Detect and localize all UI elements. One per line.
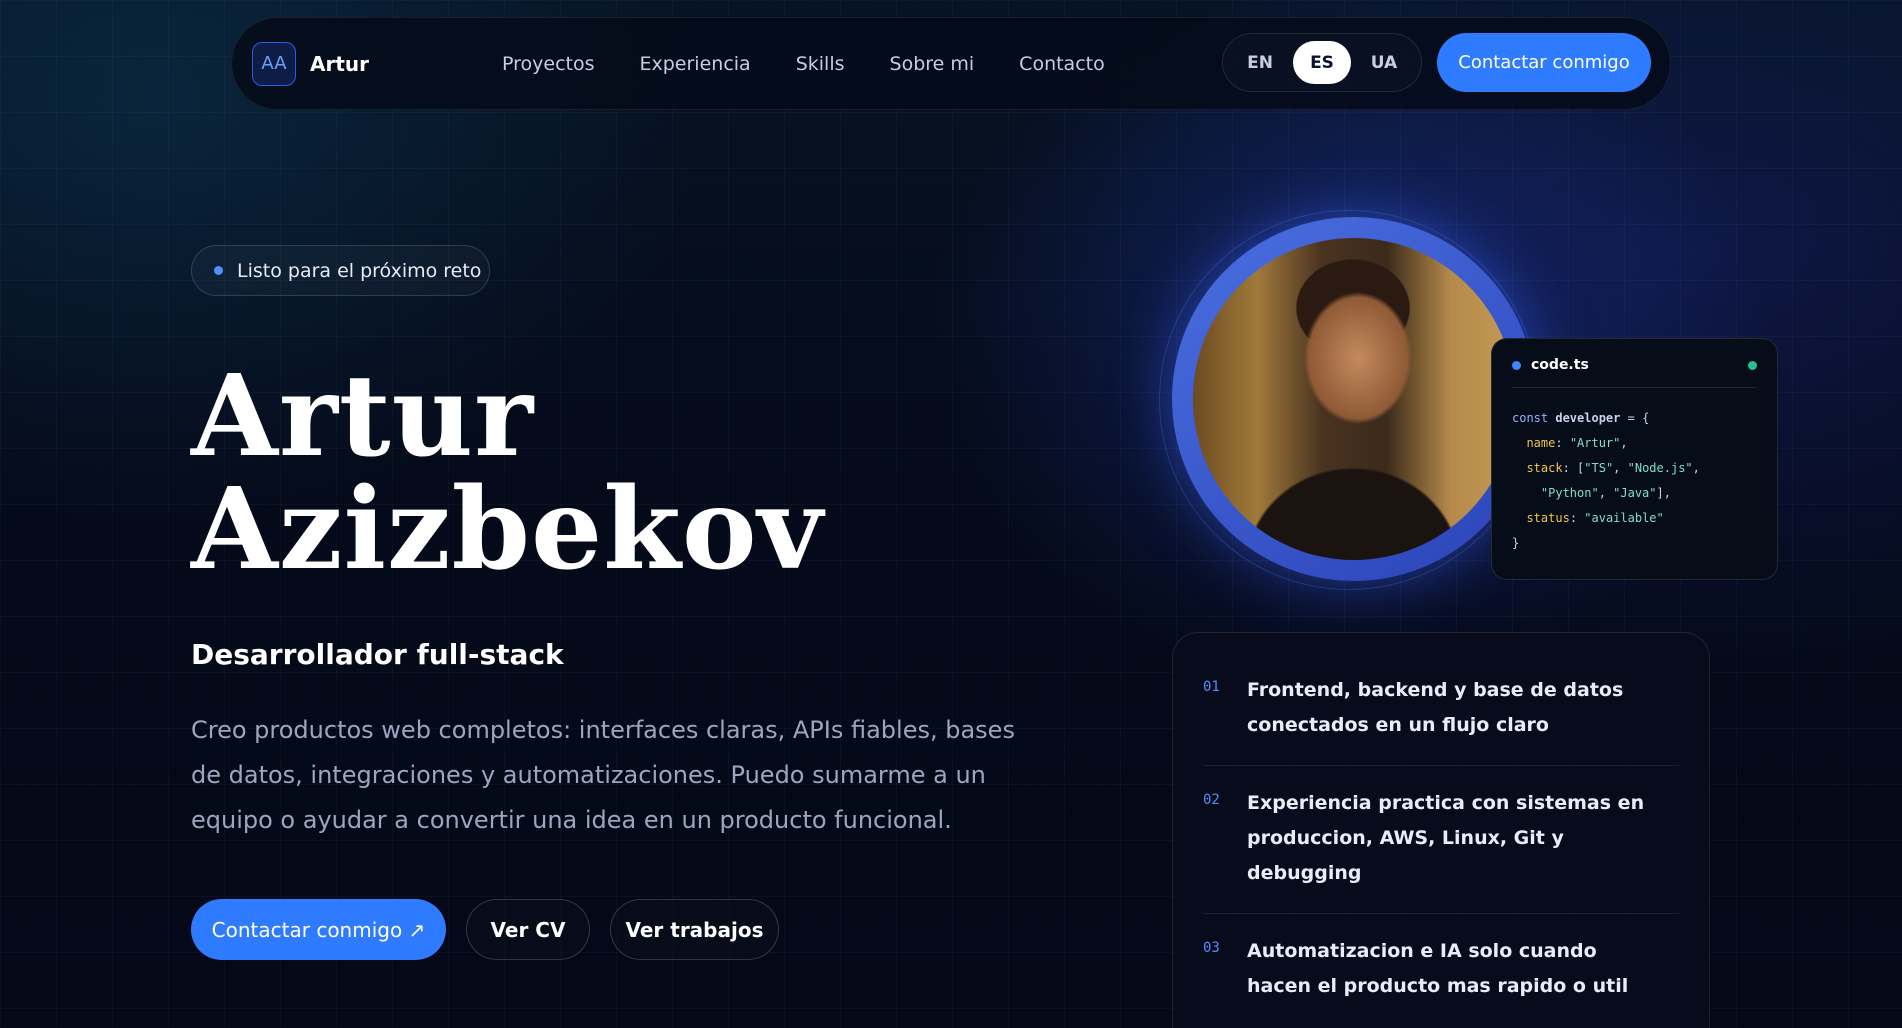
- highlight-item: 03 Automatizacion e IA solo cuando hacen…: [1203, 914, 1679, 1026]
- nav-link-sobre-mi[interactable]: Sobre mi: [890, 53, 975, 75]
- highlight-number: 02: [1203, 792, 1220, 808]
- avatar-photo: [1193, 238, 1515, 560]
- availability-text: Listo para el próximo reto: [237, 259, 482, 282]
- nav-link-skills[interactable]: Skills: [796, 53, 845, 75]
- hero-first-name: Artur: [191, 351, 535, 482]
- hero-last-name: Azizbekov: [191, 464, 824, 595]
- highlight-text: Experiencia practica con sistemas en pro…: [1247, 792, 1645, 884]
- status-ok-icon: [1748, 360, 1757, 370]
- highlight-number: 01: [1203, 679, 1220, 695]
- lang-ua[interactable]: UA: [1355, 41, 1413, 84]
- highlight-text: Automatizacion e IA solo cuando hacen el…: [1247, 940, 1629, 997]
- view-work-button[interactable]: Ver trabajos: [610, 899, 779, 960]
- code-snippet: const developer = { name: "Artur", stack…: [1512, 411, 1700, 550]
- status-dot-icon: [214, 266, 223, 275]
- highlight-number: 03: [1203, 940, 1220, 956]
- code-filename: code.ts: [1531, 357, 1589, 373]
- highlight-text: Frontend, backend y base de datos conect…: [1247, 679, 1624, 736]
- nav-contact-button[interactable]: Contactar conmigo: [1437, 33, 1651, 92]
- view-cv-button[interactable]: Ver CV: [466, 899, 590, 960]
- hero-description: Creo productos web completos: interfaces…: [191, 716, 1015, 834]
- hero-name: Artur Azizbekov: [191, 360, 824, 586]
- brand-name: Artur: [310, 51, 370, 76]
- code-card-header: code.ts: [1512, 357, 1757, 388]
- brand-logo: AA: [252, 41, 296, 86]
- availability-badge: Listo para el próximo reto: [191, 245, 490, 296]
- hero-role: Desarrollador full-stack: [191, 638, 564, 671]
- highlight-item: 01 Frontend, backend y base de datos con…: [1203, 653, 1679, 766]
- lang-es[interactable]: ES: [1293, 41, 1351, 84]
- code-snippet-card: code.ts const developer = { name: "Artur…: [1491, 338, 1778, 580]
- nav-link-contacto[interactable]: Contacto: [1019, 53, 1105, 75]
- file-dot-icon: [1512, 360, 1521, 370]
- nav-link-experiencia[interactable]: Experiencia: [640, 53, 751, 75]
- language-switcher: EN ES UA: [1222, 33, 1422, 92]
- hero-actions: Contactar conmigo ↗ Ver CV Ver trabajos: [191, 899, 779, 960]
- nav-link-proyectos[interactable]: Proyectos: [502, 53, 595, 75]
- contact-button[interactable]: Contactar conmigo ↗: [191, 899, 446, 960]
- brand[interactable]: AA Artur: [252, 41, 370, 86]
- nav-menu: Proyectos Experiencia Skills Sobre mi Co…: [502, 53, 1105, 75]
- lang-en[interactable]: EN: [1231, 41, 1289, 84]
- highlights-card: 01 Frontend, backend y base de datos con…: [1172, 632, 1710, 1028]
- highlight-item: 02 Experiencia practica con sistemas en …: [1203, 766, 1679, 914]
- top-navbar: AA Artur Proyectos Experiencia Skills So…: [231, 17, 1671, 110]
